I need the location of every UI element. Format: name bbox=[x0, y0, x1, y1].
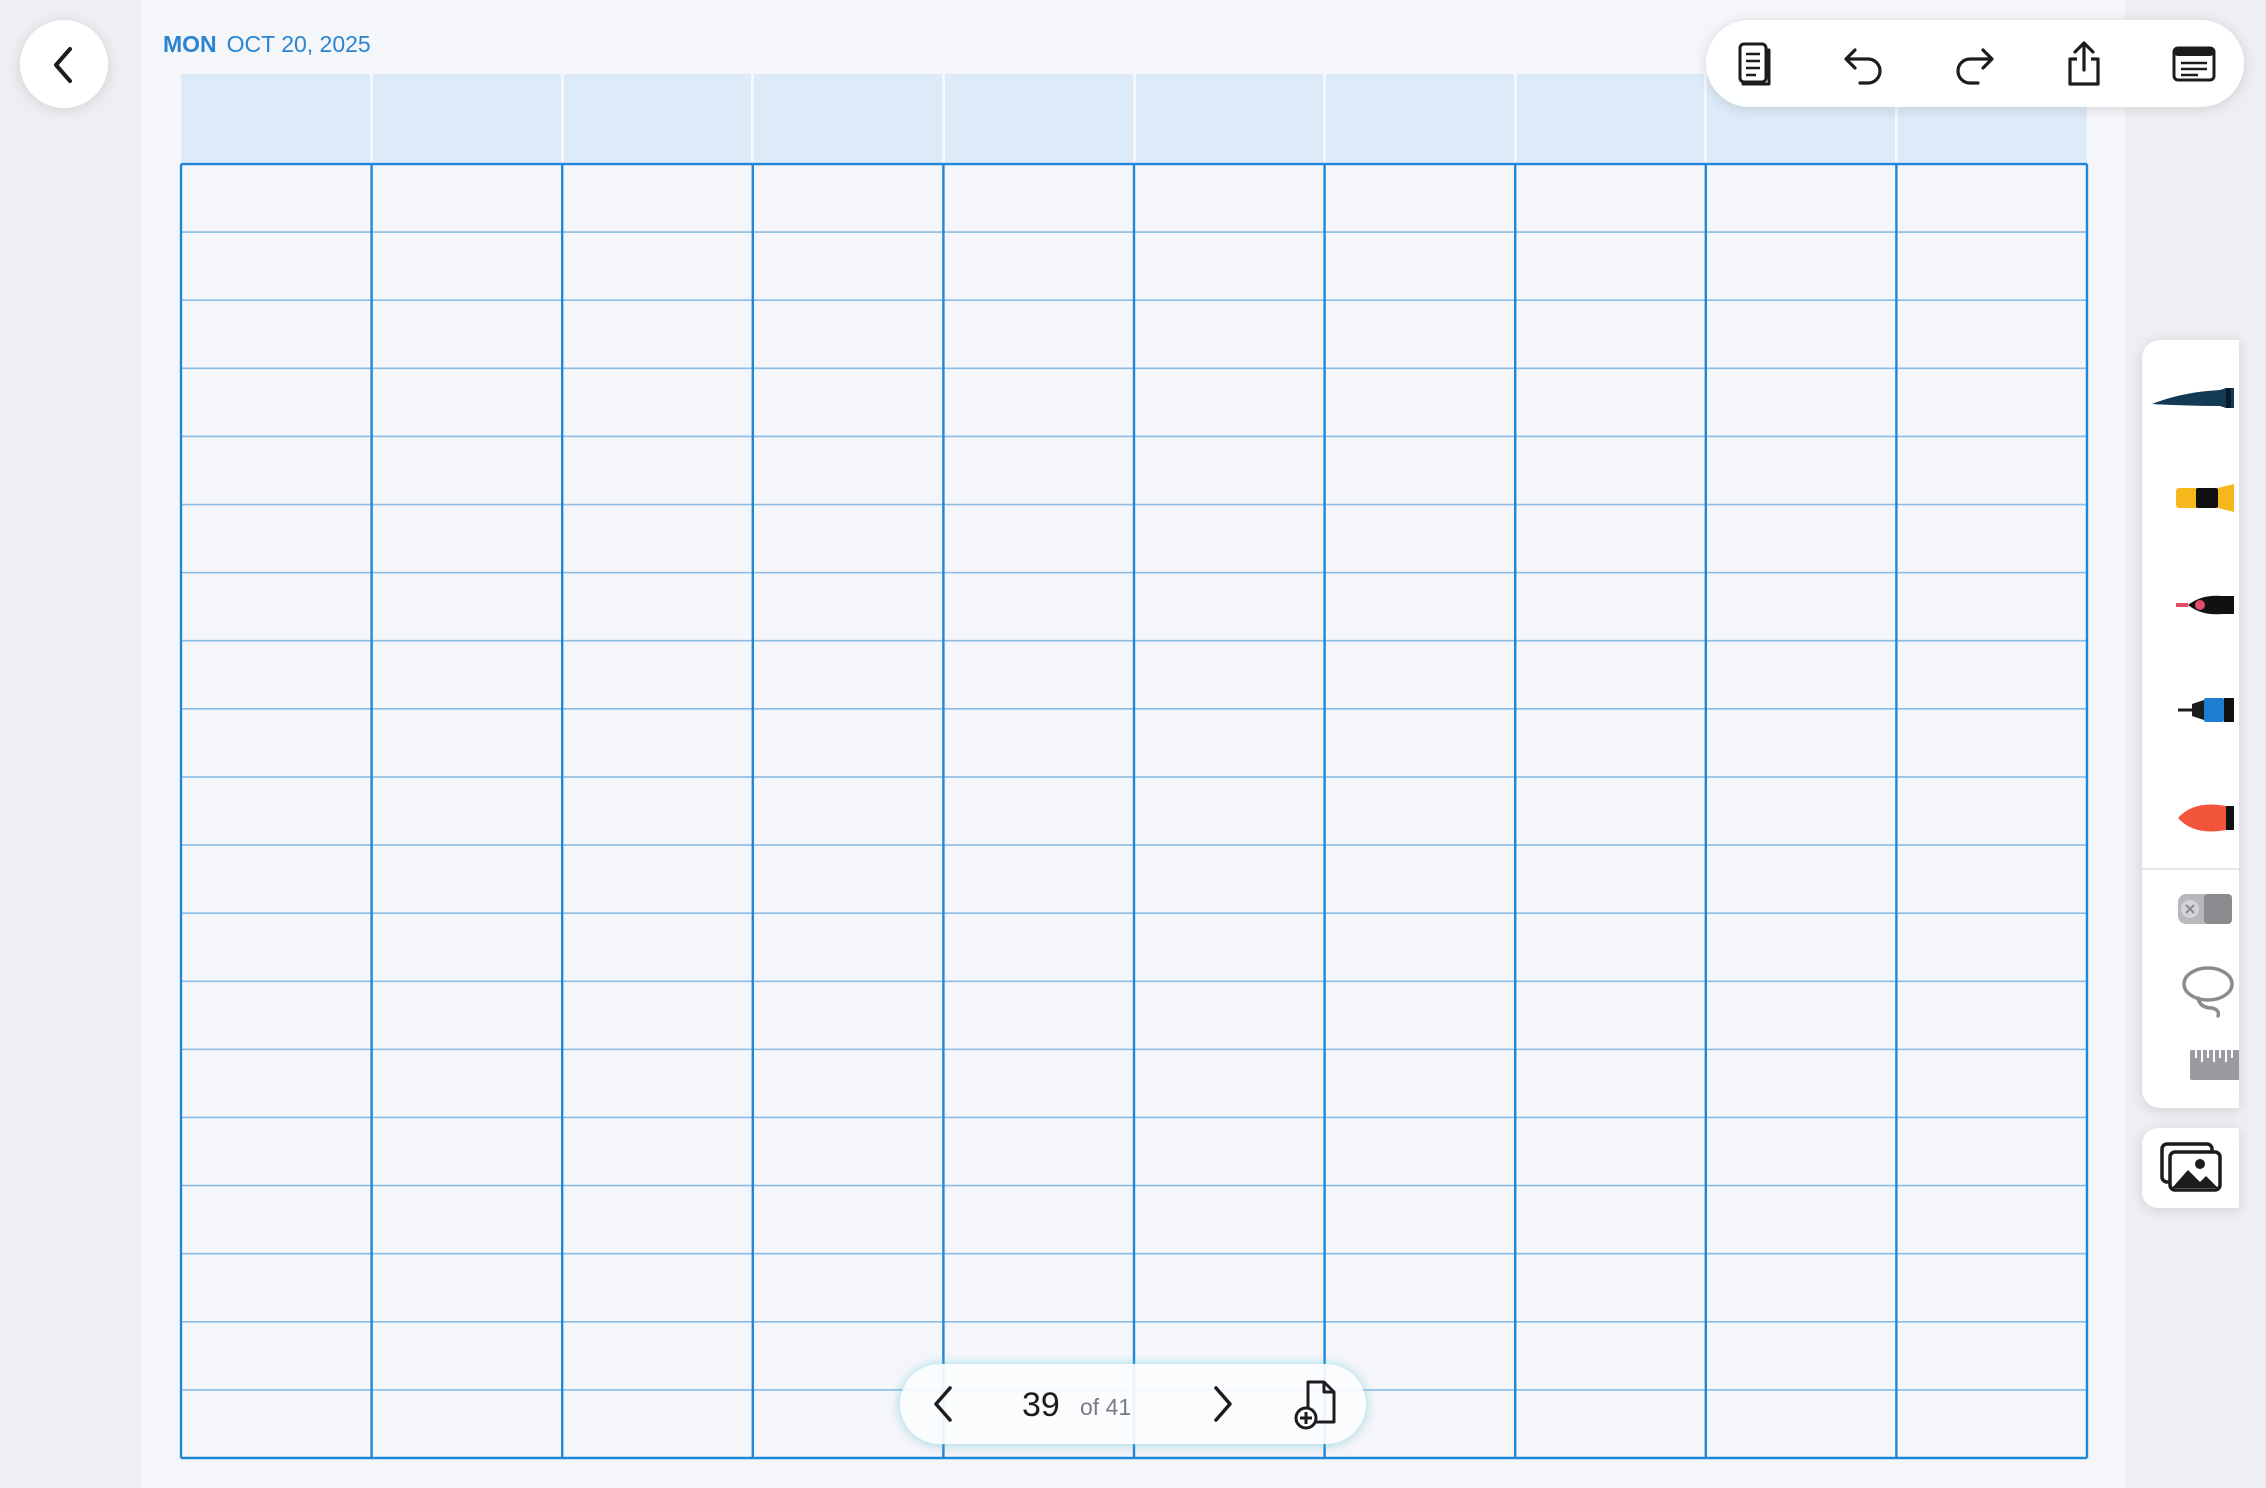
chevron-left-icon bbox=[54, 47, 72, 83]
lasso-tool[interactable] bbox=[2142, 950, 2239, 1030]
eraser-tool[interactable] bbox=[2142, 870, 2239, 950]
share-icon[interactable] bbox=[2060, 40, 2108, 88]
current-page-number: 39 bbox=[1022, 1386, 1060, 1424]
top-toolbar bbox=[1706, 20, 2244, 107]
brush-tool[interactable] bbox=[2142, 776, 2239, 856]
ruler-tool[interactable] bbox=[2142, 1022, 2239, 1102]
redo-icon[interactable] bbox=[1950, 40, 1998, 88]
page-navigator: 39 of 41 bbox=[900, 1364, 1366, 1444]
undo-icon[interactable] bbox=[1840, 40, 1888, 88]
photo-gallery-icon bbox=[2160, 1142, 2222, 1192]
add-page-icon[interactable] bbox=[1292, 1378, 1344, 1430]
planner-grid bbox=[179, 162, 2089, 1460]
total-pages-label: of 41 bbox=[1080, 1394, 1132, 1420]
highlighter-tool[interactable] bbox=[2142, 458, 2239, 538]
fineliner-tool[interactable] bbox=[2142, 670, 2239, 750]
pages-icon[interactable] bbox=[1730, 40, 1778, 88]
fountain-pen-tool[interactable] bbox=[2142, 352, 2239, 432]
next-page-button[interactable] bbox=[1200, 1382, 1244, 1426]
back-button[interactable] bbox=[20, 20, 108, 108]
previous-page-button[interactable] bbox=[922, 1382, 966, 1426]
insert-media-button[interactable] bbox=[2142, 1128, 2239, 1208]
calligraphy-pen-tool[interactable] bbox=[2142, 564, 2239, 644]
notes-icon[interactable] bbox=[2170, 40, 2218, 88]
tool-palette bbox=[2142, 340, 2239, 1108]
